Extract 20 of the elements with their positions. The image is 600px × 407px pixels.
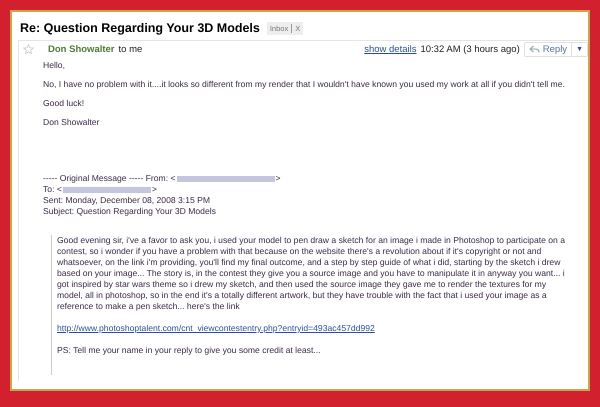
show-details-link[interactable]: show details [364, 44, 416, 55]
bracket-text: > [276, 173, 281, 184]
recipient-text: to me [118, 44, 142, 55]
message-paragraph: Don Showalter [43, 117, 100, 127]
original-subject-line: Subject: Question Regarding Your 3D Models [43, 206, 216, 217]
contest-link[interactable]: http://www.photoshoptalent.com/cnt_viewcontestentry.php?entryid=493ac457dd992 [57, 323, 375, 333]
original-from-line: ----- Original Message ----- From: < [43, 173, 176, 184]
original-to-line: To: < [43, 184, 62, 195]
quoted-paragraph: Good evening sir, i've a favor to ask you, i used your model to pen draw a sketch for an image i made in Photoshop to participate on a contest, so i wonder if you have a problem with that because on the website there's a revolution about if it's copyright or not and whatsoever, on the link i'm providing, you'll find my final outcome, and a step by step guide of what i did, starting by the sketch i drew based on your image... The story is, in the contest they give you a source image and you have to manipulate it in anyway you want... i got inspired by star wars theme so i drew my sketch, and then used the source image they gave me to render the textures for my model, all in photoshop, so in the end it's a totally different artwork, but they have trouble with the fact that i used your image as a reference to make a pen sketch... here's the link [57, 235, 566, 312]
sender-name: Don Showalter [48, 44, 115, 55]
email-subject: Re: Question Regarding Your 3D Models [20, 21, 260, 35]
message-paragraph: Good luck! [43, 98, 86, 108]
original-sent-line: Sent: Monday, December 08, 2008 3:15 PM [43, 195, 210, 206]
message-paragraph: No, I have no problem with it....it looks so different from my render that I wouldn't have known you used my work at all if you didn't tell me. [43, 79, 566, 89]
bracket-text: > [152, 184, 157, 195]
message-paragraph: Hello, [43, 60, 66, 70]
timestamp: 10:32 AM (3 hours ago) [420, 44, 520, 55]
star-icon[interactable] [23, 44, 34, 55]
reply-arrow-icon [528, 45, 540, 54]
quoted-paragraph: PS: Tell me your name in your reply to give you some credit at least... [57, 345, 322, 356]
